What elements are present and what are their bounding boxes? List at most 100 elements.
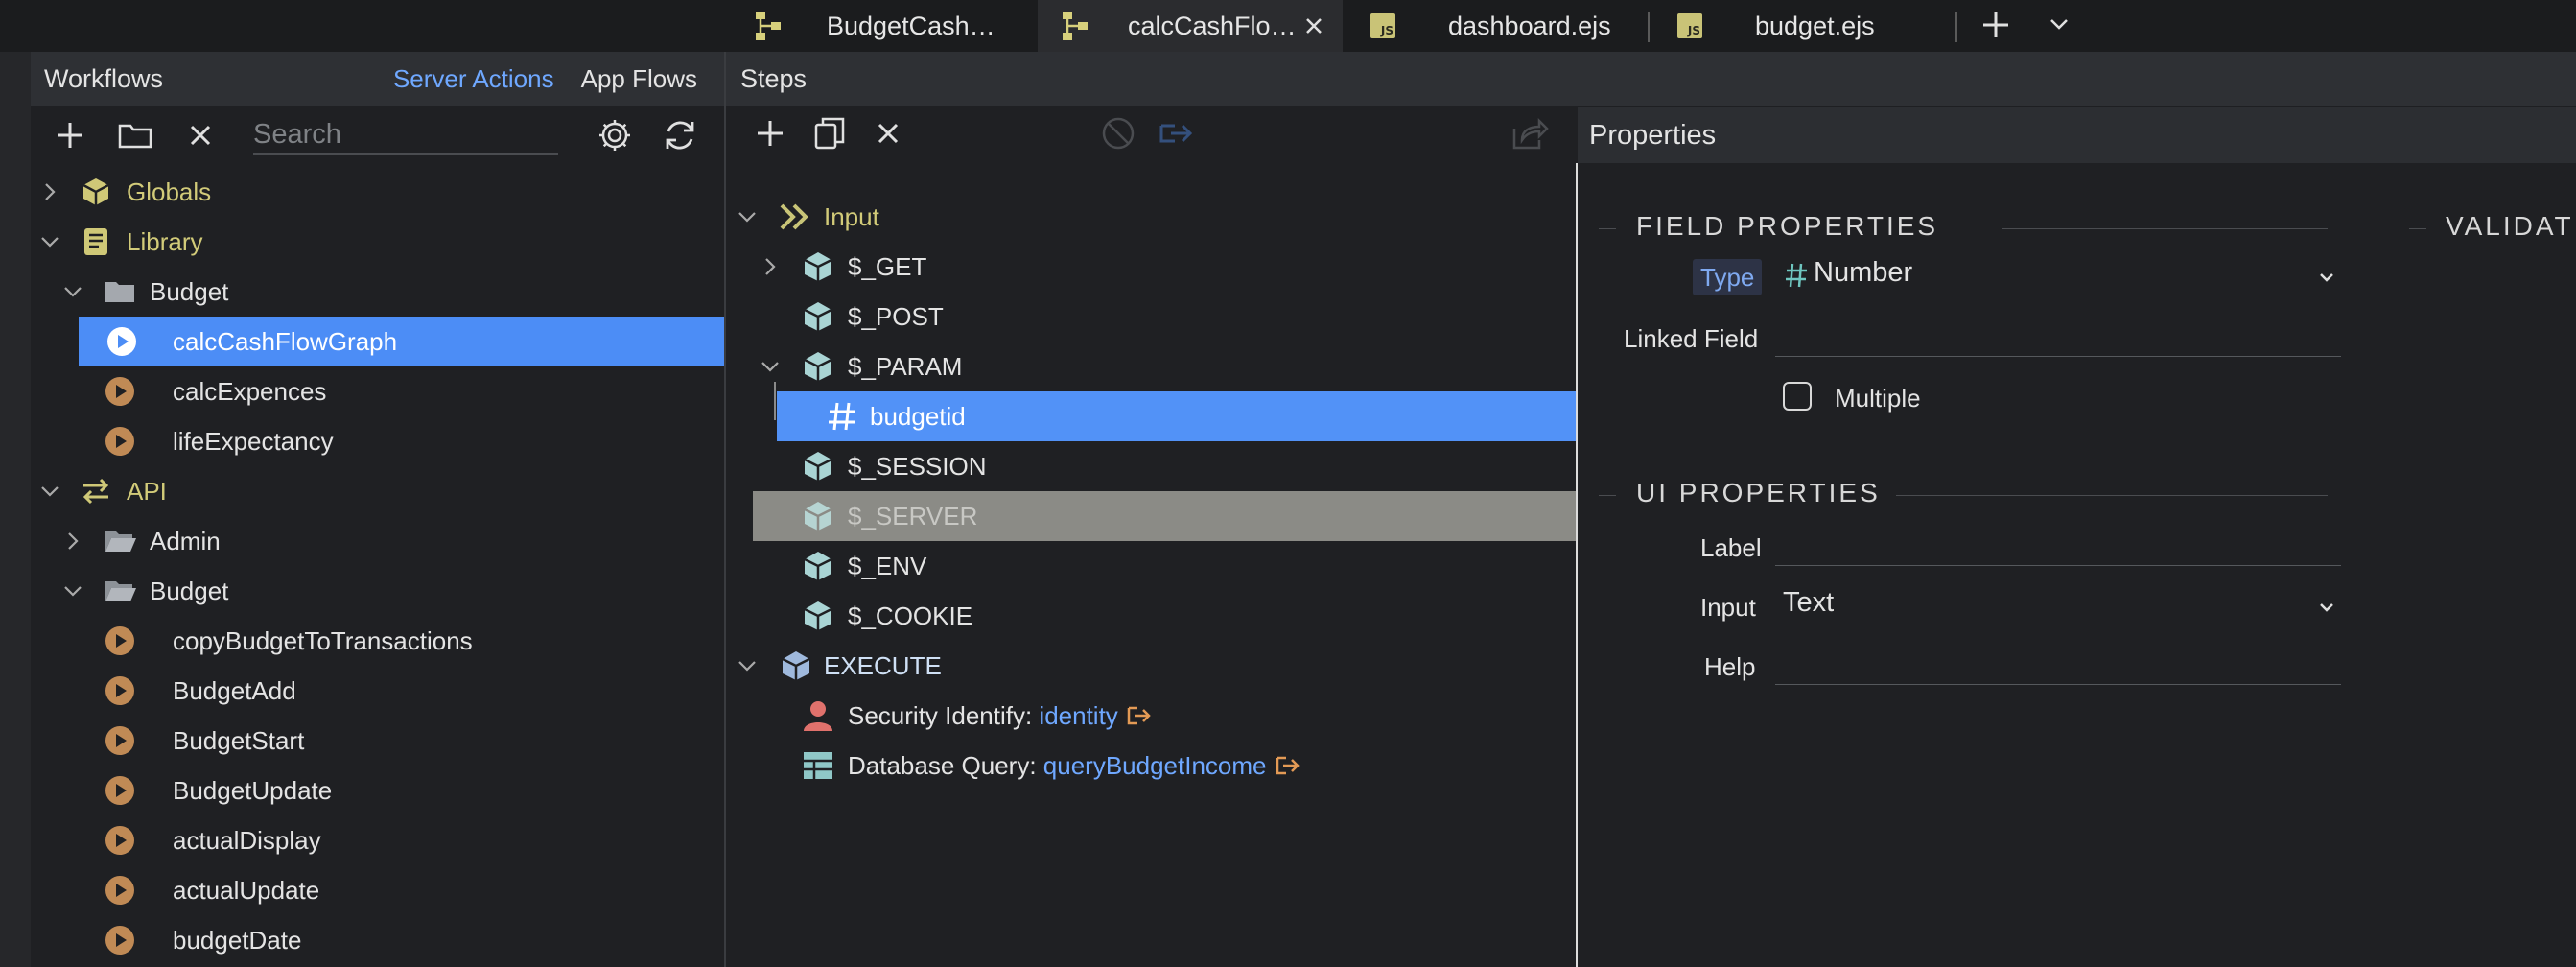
type-select[interactable]: Number [1775,253,2341,295]
step-budgetid[interactable]: budgetid [777,391,1578,441]
tab-label: budget.ejs [1755,11,1875,40]
tab-budget-ejs[interactable]: JS budget.ejs [1669,0,1947,52]
goto-icon[interactable] [1126,704,1153,727]
play-icon [105,377,134,406]
tree-item-api-budget-folder[interactable]: Budget [31,566,724,616]
delete-icon[interactable] [178,113,222,157]
properties-panel: Properties FIELD PROPERTIES VALIDAT Type… [1578,107,2576,967]
steps-toolbar [726,107,1578,161]
chevron-down-icon[interactable] [38,480,61,503]
close-tab-icon[interactable] [1300,12,1327,39]
goto-icon[interactable] [1275,754,1301,777]
play-icon [105,427,134,456]
linked-field-input[interactable] [1775,315,2341,357]
section-line [1599,228,1616,229]
disable-icon[interactable] [1096,111,1140,155]
workflows-header: Workflows Server Actions App Flows [31,52,724,106]
add-icon[interactable] [48,113,92,157]
tree-item-budget-folder[interactable]: Budget [31,267,724,317]
folder-icon[interactable] [113,113,157,157]
tree-item-admin-folder[interactable]: Admin [31,516,724,566]
step-cookie[interactable]: $_COOKIE [726,591,1578,641]
type-value: Number [1814,257,1913,288]
chevron-down-icon[interactable] [759,355,782,378]
flow-icon [750,5,792,47]
play-icon [105,626,134,655]
search-field[interactable] [253,115,558,155]
input-icon [780,203,808,230]
step-ref-link[interactable]: queryBudgetIncome [1043,751,1267,780]
new-tab-icon[interactable] [1978,7,2014,43]
step-session[interactable]: $_SESSION [726,441,1578,491]
chevron-down-icon[interactable] [61,579,84,602]
tree-item-copybudgettotransactions[interactable]: copyBudgetToTransactions [31,616,724,666]
copy-icon[interactable] [808,111,852,155]
step-label: $_PARAM [848,352,963,381]
chevron-right-icon[interactable] [61,530,84,553]
chevron-right-icon[interactable] [759,255,782,278]
step-database-query[interactable]: Database Query: queryBudgetIncome [726,741,1578,790]
step-param[interactable]: $_PARAM [726,342,1578,391]
tree-item-label: API [127,477,167,506]
tree-item-calcexpences[interactable]: calcExpences [31,366,724,416]
tab-calccashflow[interactable]: calcCashFlo… [1038,0,1343,52]
step-server[interactable]: $_SERVER [753,491,1578,541]
step-label: $_SESSION [848,452,987,481]
tree-item-budgetupdate[interactable]: BudgetUpdate [31,766,724,815]
export-icon[interactable] [1155,111,1199,155]
tree-item-library[interactable]: Library [31,217,724,267]
tree-item-actualdisplay[interactable]: actualDisplay [31,815,724,865]
label-input[interactable] [1775,524,2341,566]
chevron-down-icon[interactable] [736,205,759,228]
tree-item-api[interactable]: API [31,466,724,516]
chevron-down-icon[interactable] [38,230,61,253]
flow-icon [1057,5,1099,47]
search-input[interactable] [253,118,558,151]
tree-item-lifeexpectancy[interactable]: lifeExpectancy [31,416,724,466]
delete-step-icon[interactable] [866,111,910,155]
tree-item-budgetdate[interactable]: budgetDate [31,915,724,965]
step-post[interactable]: $_POST [726,292,1578,342]
tree-item-label: Library [127,227,203,256]
help-input[interactable] [1775,643,2341,685]
gear-icon[interactable] [593,113,637,157]
tree-item-budgetadd[interactable]: BudgetAdd [31,666,724,716]
tab-dashboard-ejs[interactable]: JS dashboard.ejs [1362,0,1640,52]
tab-label: BudgetCash… [827,11,995,40]
step-ref-link[interactable]: identity [1039,701,1117,730]
tree-item-label: budgetDate [173,926,302,955]
multiple-checkbox[interactable] [1783,382,1812,411]
server-actions-link[interactable]: Server Actions [393,64,554,94]
share-icon[interactable] [1508,111,1552,155]
add-step-icon[interactable] [748,111,792,155]
tab-budgetcash[interactable]: BudgetCash… [738,0,1031,52]
input-type-select[interactable]: Text [1775,583,2341,625]
step-input[interactable]: Input [726,192,1578,242]
chevron-down-icon[interactable] [2045,10,2073,38]
tree-item-budgetstart[interactable]: BudgetStart [31,716,724,766]
tree-item-calccashflowgraph[interactable]: calcCashFlowGraph [79,317,724,366]
chevron-right-icon[interactable] [38,180,61,203]
section-line [2409,228,2426,229]
step-env[interactable]: $_ENV [726,541,1578,591]
cube-icon [804,552,832,580]
chevron-down-icon[interactable] [61,280,84,303]
tree-item-globals[interactable]: Globals [31,167,724,217]
step-label: $_COOKIE [848,601,973,630]
cube-icon [804,302,832,331]
chevron-down-icon[interactable] [736,654,759,677]
tree-item-label: Admin [150,527,221,555]
play-icon [107,327,136,356]
book-icon [84,228,107,255]
step-get[interactable]: $_GET [726,242,1578,292]
workflows-toolbar [31,107,724,163]
app-flows-link[interactable]: App Flows [581,64,697,94]
play-icon [105,926,134,955]
tree-item-actualupdate[interactable]: actualUpdate [31,865,724,915]
help-label: Help [1704,652,1756,681]
open-folder-icon [105,531,136,552]
play-icon [105,826,134,855]
step-execute[interactable]: EXECUTE [726,641,1578,691]
step-security-identify[interactable]: Security Identify: identity [726,691,1578,741]
refresh-icon[interactable] [658,113,702,157]
